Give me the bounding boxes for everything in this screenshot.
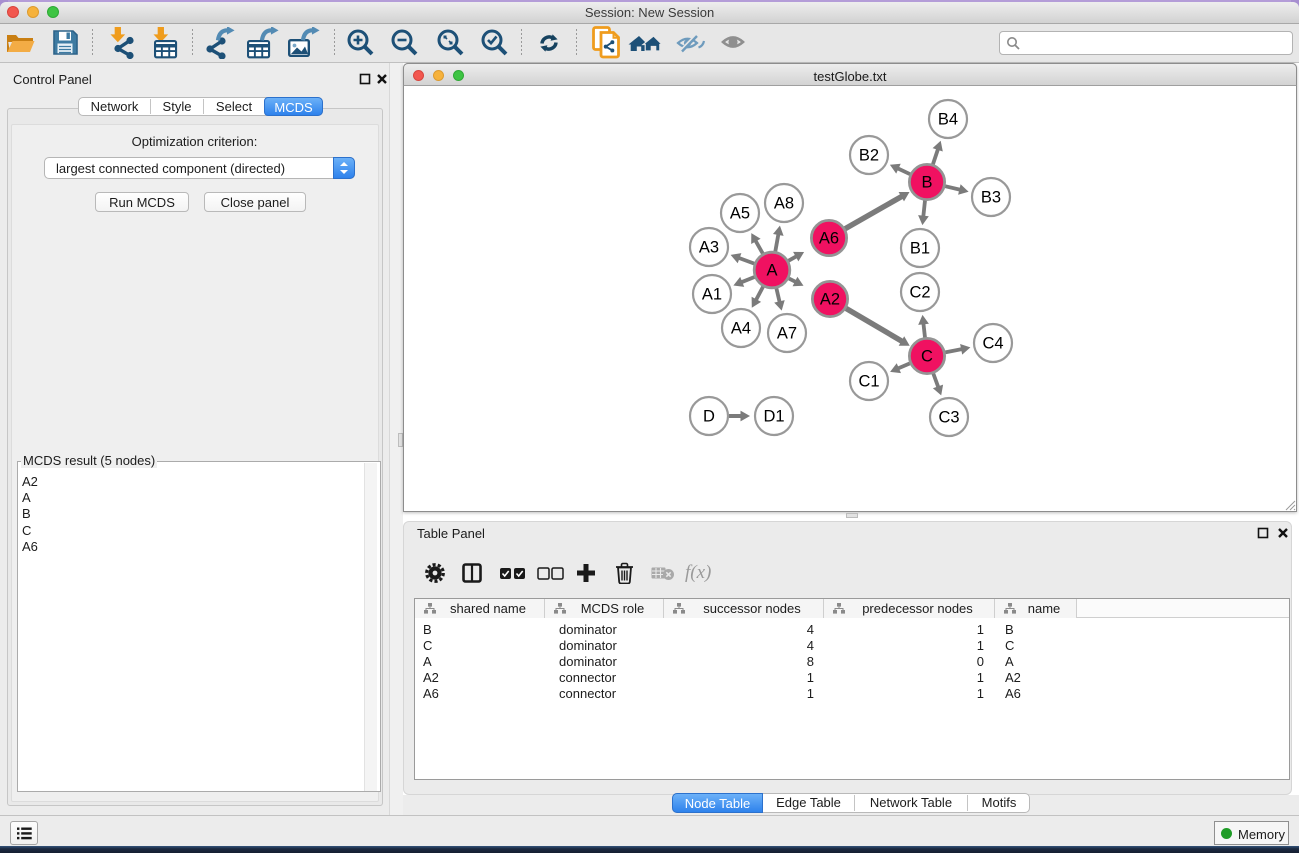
svg-text:A: A	[766, 262, 777, 280]
svg-text:A6: A6	[819, 230, 839, 248]
svg-text:C1: C1	[858, 373, 879, 391]
svg-text:D1: D1	[763, 408, 784, 426]
svg-text:A2: A2	[820, 291, 840, 309]
svg-text:C3: C3	[938, 409, 959, 427]
svg-text:D: D	[703, 408, 715, 426]
svg-text:A1: A1	[702, 286, 722, 304]
svg-text:A5: A5	[730, 205, 750, 223]
svg-text:A3: A3	[699, 239, 719, 257]
svg-text:B: B	[921, 174, 932, 192]
svg-text:B3: B3	[981, 189, 1001, 207]
svg-text:A8: A8	[774, 195, 794, 213]
svg-text:B1: B1	[910, 240, 930, 258]
svg-text:A4: A4	[731, 320, 751, 338]
svg-text:C2: C2	[909, 284, 930, 302]
svg-text:C4: C4	[982, 335, 1003, 353]
svg-text:A7: A7	[777, 325, 797, 343]
svg-text:B2: B2	[859, 147, 879, 165]
svg-text:B4: B4	[938, 111, 958, 129]
svg-text:C: C	[921, 348, 933, 366]
